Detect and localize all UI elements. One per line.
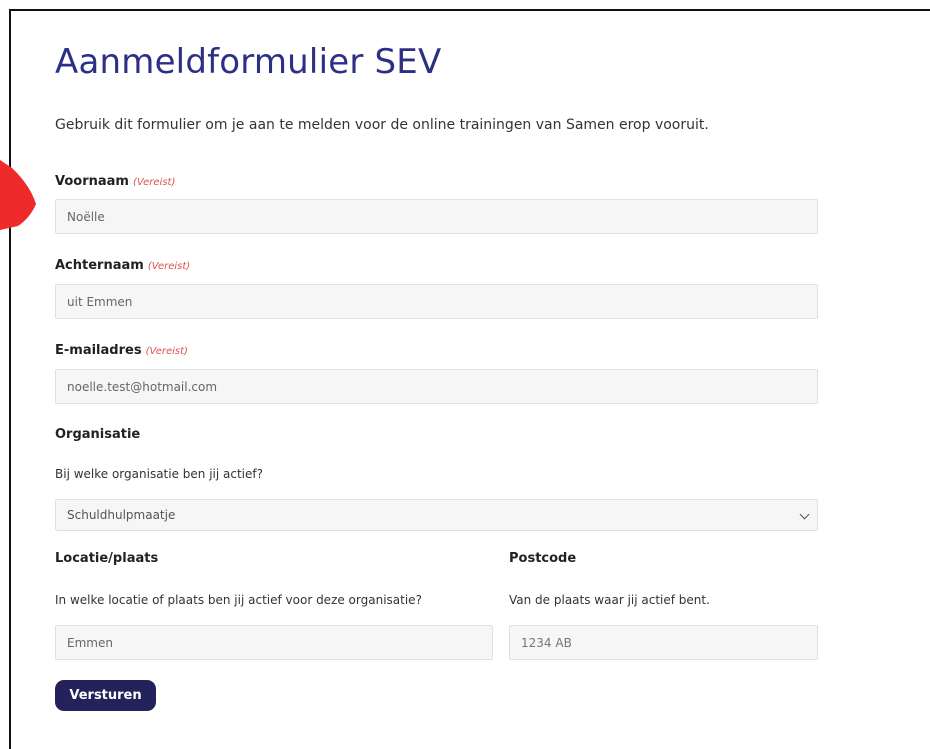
required-marker: (Vereist) (145, 346, 188, 357)
organisation-description: Bij welke organisatie ben jij actief? (55, 467, 263, 481)
postcode-input[interactable] (509, 625, 818, 660)
form-intro: Gebruik dit formulier om je aan te melde… (55, 117, 709, 133)
location-description: In welke locatie of plaats ben jij actie… (55, 593, 422, 607)
lastname-label-text: Achternaam (55, 258, 144, 273)
firstname-label-text: Voornaam (55, 174, 129, 189)
page-title: Aanmeldformulier SEV (55, 42, 442, 82)
postcode-description: Van de plaats waar jij actief bent. (509, 593, 710, 607)
firstname-input[interactable] (55, 199, 818, 234)
organisation-select[interactable]: Schuldhulpmaatje (55, 499, 818, 531)
firstname-label: Voornaam (Vereist) (55, 174, 175, 189)
required-marker: (Vereist) (132, 177, 176, 188)
location-input[interactable] (55, 625, 493, 660)
lastname-label: Achternaam (Vereist) (55, 258, 190, 273)
lastname-input[interactable] (55, 284, 818, 319)
required-marker: (Vereist) (147, 261, 191, 272)
email-label: E-mailadres (Vereist) (55, 343, 188, 358)
organisation-label: Organisatie (55, 427, 141, 442)
location-label: Locatie/plaats (55, 551, 159, 566)
submit-button[interactable]: Versturen (55, 680, 156, 711)
email-input[interactable] (55, 369, 818, 404)
organisation-selected-value: Schuldhulpmaatje (67, 508, 176, 522)
chevron-down-icon (799, 509, 810, 520)
postcode-label: Postcode (509, 551, 577, 566)
email-label-text: E-mailadres (55, 343, 142, 358)
